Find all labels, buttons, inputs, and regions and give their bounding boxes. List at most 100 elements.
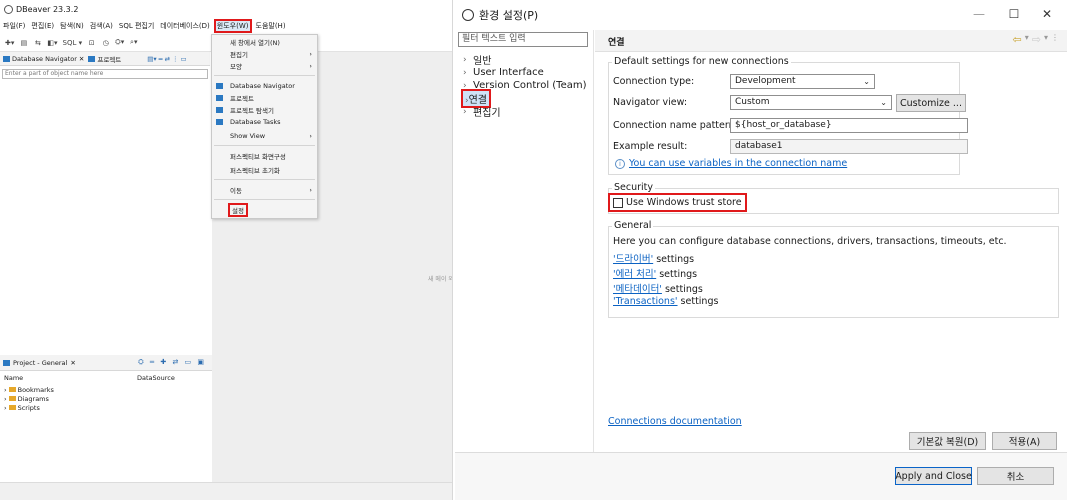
apply-and-close-button[interactable]: Apply and Close: [895, 467, 972, 485]
minimize-icon[interactable]: —: [971, 6, 987, 22]
menu-help[interactable]: 도움말(H): [256, 21, 286, 31]
menu-window[interactable]: 윈도우(W): [213, 19, 252, 33]
apply-button[interactable]: 적용(A): [992, 432, 1057, 450]
connections-documentation-link[interactable]: Connections documentation: [608, 416, 742, 427]
minimize-icon[interactable]: ▭: [181, 55, 187, 63]
chevron-right-icon: ›: [309, 132, 312, 140]
menu-divider: [214, 145, 315, 146]
tree-item-general[interactable]: › 일반: [463, 53, 587, 68]
toolbar-icon-b[interactable]: ⇆: [33, 39, 42, 47]
menu-item-editor[interactable]: 편집기 ›: [212, 49, 317, 59]
checkbox-box[interactable]: [613, 197, 623, 208]
connection-type-select[interactable]: Development ⌄: [730, 74, 875, 89]
navigator-tools[interactable]: ▤▾ ═ ⇄ ⋮ ▭: [147, 55, 186, 63]
database-navigator-icon: [3, 55, 10, 62]
dbeaver-titlebar: DBeaver 23.3.2: [0, 0, 452, 18]
chevron-down-icon: ⌄: [863, 77, 870, 86]
trust-store-checkbox[interactable]: Use Windows trust store: [608, 193, 747, 212]
search-icon[interactable]: ⌕▾: [129, 38, 138, 47]
commit-icon[interactable]: ⊡: [87, 39, 96, 47]
list-item-label: Diagrams: [17, 394, 49, 403]
variables-link[interactable]: You can use variables in the connection …: [629, 158, 847, 169]
close-icon[interactable]: ✕: [79, 55, 84, 63]
menu-item-projects[interactable]: 프로젝트: [212, 93, 317, 103]
cancel-button[interactable]: 취소: [977, 467, 1054, 485]
menu-item-label: 퍼스펙티브 화면구성: [230, 153, 286, 161]
menu-search[interactable]: 검색(A): [90, 21, 113, 31]
metadata-link[interactable]: '메타데이터': [613, 284, 662, 295]
tab-project-label: 프로젝트: [97, 55, 122, 64]
menu-item-database-tasks[interactable]: Database Tasks: [212, 117, 317, 127]
customize-button[interactable]: Customize ...: [896, 94, 966, 112]
new-connection-icon[interactable]: ✚▾: [5, 39, 14, 47]
close-icon[interactable]: ✕: [1039, 6, 1055, 22]
navigator-filter-input[interactable]: Enter a part of object name here: [2, 69, 208, 79]
menu-sql-editor[interactable]: SQL 편집기: [119, 21, 154, 31]
link-icon[interactable]: ⇄: [165, 55, 170, 63]
menu-item-customize-perspective[interactable]: 퍼스펙티브 화면구성: [212, 151, 317, 161]
menu-item-show-view[interactable]: Show View ›: [212, 131, 317, 141]
menu-item-preferences[interactable]: 설정: [212, 203, 317, 217]
project-explorer-icon: [216, 107, 223, 113]
menu-item-reset-perspective[interactable]: 퍼스펙티브 초기화: [212, 165, 317, 175]
drivers-link[interactable]: '드라이버': [613, 254, 653, 265]
menu-icon[interactable]: ⋮: [172, 55, 179, 63]
menu-item-project-explorer[interactable]: 프로젝트 탐색기: [212, 105, 317, 115]
chevron-right-icon[interactable]: ›: [463, 55, 473, 65]
tools-icon[interactable]: ⛭▾: [115, 38, 124, 47]
chevron-right-icon[interactable]: ›: [4, 395, 7, 403]
status-bar: [0, 482, 452, 500]
project-icon: [88, 55, 96, 62]
name-pattern-field[interactable]: ${host_or_database}: [730, 118, 968, 133]
tab-project[interactable]: 프로젝트: [88, 54, 121, 64]
dbeaver-logo-icon: [462, 9, 474, 21]
tree-item-editors[interactable]: › 편집기: [463, 105, 587, 120]
list-item[interactable]: › Scripts: [0, 403, 212, 412]
list-item[interactable]: › Diagrams: [0, 394, 212, 403]
toolbar-icon-c[interactable]: ◧▾: [47, 39, 57, 47]
menu-file[interactable]: 파일(F): [3, 21, 25, 31]
restore-defaults-button[interactable]: 기본값 복원(D): [909, 432, 986, 450]
chevron-right-icon[interactable]: ›: [4, 386, 7, 394]
chevron-right-icon[interactable]: ›: [463, 81, 473, 91]
menu-database[interactable]: 데이터베이스(D): [160, 21, 210, 31]
menu-item-database-navigator[interactable]: Database Navigator: [212, 81, 317, 91]
back-dropdown-icon[interactable]: ▾: [1025, 33, 1029, 46]
chevron-right-icon: ›: [309, 50, 312, 58]
chevron-right-icon[interactable]: ›: [4, 404, 7, 412]
defaults-group-title: Default settings for new connections: [612, 56, 791, 67]
menu-item-label: 설정: [228, 203, 248, 217]
list-item-label: Scripts: [17, 403, 40, 412]
forward-arrow-icon[interactable]: ⇨: [1032, 33, 1041, 46]
project-panel-tools[interactable]: ⛭ ═ ✚ ⇄ ▭ ▣: [138, 358, 206, 367]
back-arrow-icon[interactable]: ⇦: [1013, 33, 1022, 46]
close-icon[interactable]: ✕: [70, 359, 75, 367]
chevron-right-icon[interactable]: ›: [463, 68, 473, 78]
menu-item-appearance[interactable]: 모양 ›: [212, 61, 317, 71]
general-group-title: General: [612, 220, 654, 231]
menu-navigate[interactable]: 탐색(N): [60, 21, 84, 31]
menu-item-new-window[interactable]: 새 창에서 열기(N): [212, 37, 317, 47]
menu-item-label: 모양: [230, 63, 242, 71]
toolbar-icon-a[interactable]: ▤: [19, 39, 28, 47]
error-handling-link[interactable]: '에러 처리': [613, 269, 656, 280]
view-menu-icon[interactable]: ⋮: [1051, 33, 1059, 46]
collapse-icon[interactable]: ═: [159, 55, 163, 63]
tab-database-navigator[interactable]: Database Navigator ✕: [3, 55, 84, 63]
maximize-icon[interactable]: ☐: [1006, 6, 1022, 22]
sql-editor-button[interactable]: SQL ▾: [63, 39, 83, 47]
menu-item-navigation[interactable]: 이동 ›: [212, 185, 317, 195]
tree-item-user-interface[interactable]: › User Interface: [463, 66, 587, 79]
forward-dropdown-icon[interactable]: ▾: [1044, 33, 1048, 46]
menu-divider: [214, 179, 315, 180]
chevron-right-icon[interactable]: ›: [463, 107, 473, 117]
list-item[interactable]: › Bookmarks: [0, 385, 212, 394]
new-connection-icon[interactable]: ▤▾: [147, 55, 156, 63]
project-panel-tab[interactable]: Project - General: [13, 359, 67, 367]
navigator-tabs: Database Navigator ✕ 프로젝트 ▤▾ ═ ⇄ ⋮ ▭: [0, 52, 210, 66]
navigator-view-select[interactable]: Custom ⌄: [730, 95, 892, 110]
tree-filter-input[interactable]: 필터 텍스트 입력: [458, 32, 588, 47]
transactions-link[interactable]: 'Transactions': [613, 296, 678, 307]
history-icon[interactable]: ◷: [101, 39, 110, 47]
menu-edit[interactable]: 편집(E): [31, 21, 54, 31]
